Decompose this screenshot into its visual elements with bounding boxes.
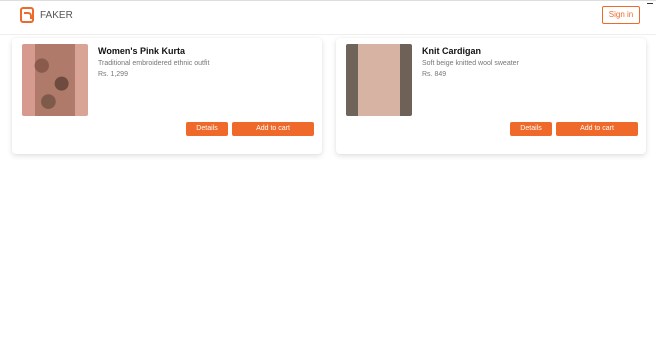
top-bar: FAKER Sign in: [0, 0, 656, 35]
product-title: Women's Pink Kurta: [98, 46, 185, 56]
product-title: Knit Cardigan: [422, 46, 482, 56]
app-logo-icon[interactable]: [20, 7, 34, 23]
product-card[interactable]: Knit Cardigan Soft beige knitted wool sw…: [336, 38, 646, 154]
add-to-cart-button[interactable]: Add to cart: [232, 122, 314, 136]
product-price: Rs. 849: [422, 71, 447, 78]
product-description: Soft beige knitted wool sweater: [422, 60, 519, 67]
brand-name: FAKER: [40, 10, 73, 21]
product-card[interactable]: Women's Pink Kurta Traditional embroider…: [12, 38, 322, 154]
sign-in-button[interactable]: Sign in: [602, 6, 640, 24]
product-price: Rs. 1,299: [98, 71, 128, 78]
window-minimize-icon[interactable]: [647, 3, 653, 4]
details-button[interactable]: Details: [186, 122, 228, 136]
top-divider: [0, 0, 656, 1]
product-description: Traditional embroidered ethnic outfit: [98, 60, 210, 67]
product-image[interactable]: [22, 44, 88, 116]
details-button[interactable]: Details: [510, 122, 552, 136]
add-to-cart-button[interactable]: Add to cart: [556, 122, 638, 136]
product-image[interactable]: [346, 44, 412, 116]
